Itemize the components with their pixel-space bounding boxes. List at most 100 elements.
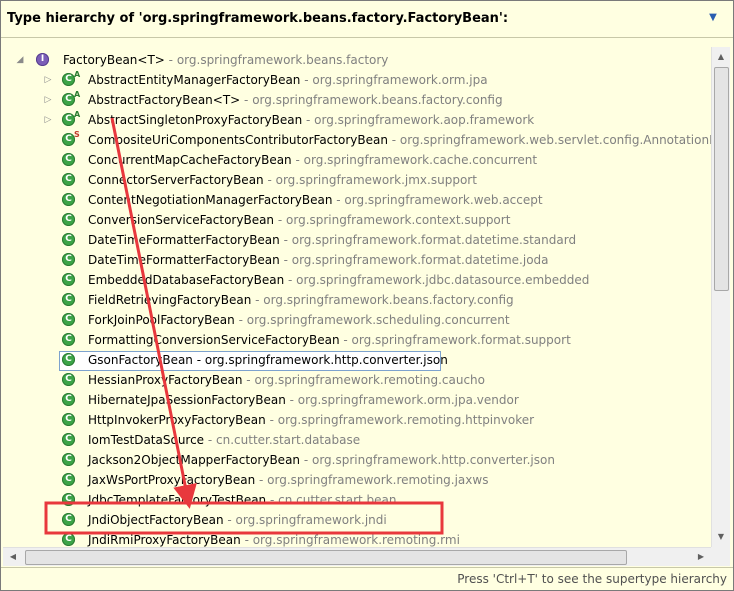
package-name: - org.springframework.remoting.jaxws bbox=[255, 473, 489, 487]
package-name: - org.springframework.orm.jpa.vendor bbox=[285, 393, 519, 407]
tree-item[interactable]: C DateTimeFormatterFactoryBean - org.spri… bbox=[3, 251, 711, 270]
tree-item[interactable]: C JdbcTemplateFactoryTestBean - cn.cutter… bbox=[3, 491, 711, 510]
type-name: HttpInvokerProxyFactoryBean bbox=[88, 413, 266, 427]
tree-item[interactable]: C DateTimeFormatterFactoryBean - org.spri… bbox=[3, 231, 711, 250]
tree-item[interactable]: C FormattingConversionServiceFactoryBean … bbox=[3, 331, 711, 350]
package-name: - cn.cutter.start.bean bbox=[266, 493, 397, 507]
package-name: - org.springframework.format.datetime.jo… bbox=[279, 253, 549, 267]
class-icon: C bbox=[62, 273, 75, 286]
tree-item[interactable]: C S CompositeUriComponentsContributorFacto… bbox=[3, 131, 711, 150]
root-package: - org.springframework.beans.factory bbox=[164, 53, 389, 67]
class-icon: C bbox=[62, 233, 75, 246]
class-icon: CA bbox=[62, 111, 80, 126]
class-icon: C bbox=[62, 513, 75, 526]
tree-item[interactable]: C FieldRetrievingFactoryBean - org.spring… bbox=[3, 291, 711, 310]
tree-item[interactable]: C Jackson2ObjectMapperFactoryBean - org.s… bbox=[3, 451, 711, 470]
horizontal-scroll-thumb[interactable] bbox=[25, 550, 627, 565]
scroll-left-icon[interactable]: ◀ bbox=[5, 548, 21, 566]
type-name: CompositeUriComponentsContributorFactory… bbox=[88, 133, 388, 147]
type-name: ConversionServiceFactoryBean bbox=[88, 213, 275, 227]
tree-item[interactable]: C ForkJoinPoolFactoryBean - org.springfra… bbox=[3, 311, 711, 330]
package-name: - org.springframework.remoting.rmi bbox=[240, 533, 460, 547]
type-name: JndiObjectFactoryBean bbox=[88, 513, 224, 527]
class-icon: C bbox=[62, 333, 75, 346]
package-name: - org.springframework.jndi bbox=[223, 513, 387, 527]
static-overlay-icon: S bbox=[74, 130, 80, 139]
type-name: AbstractSingletonProxyFactoryBean bbox=[88, 113, 303, 127]
type-name: Jackson2ObjectMapperFactoryBean bbox=[88, 453, 301, 467]
tree-root[interactable]: ◢ I FactoryBean<T> - org.springframework… bbox=[3, 51, 711, 70]
class-icon: CS bbox=[62, 131, 80, 146]
type-name: EmbeddedDatabaseFactoryBean bbox=[88, 273, 285, 287]
abstract-overlay-icon: A bbox=[74, 90, 81, 99]
class-icon: CA bbox=[62, 91, 80, 106]
type-name: DateTimeFormatterFactoryBean bbox=[88, 233, 280, 247]
status-hint: Press 'Ctrl+T' to see the supertype hier… bbox=[457, 572, 727, 586]
package-name: - org.springframework.http.converter.jso… bbox=[192, 353, 448, 367]
package-name: - org.springframework.beans.factory.conf… bbox=[251, 293, 514, 307]
horizontal-scrollbar[interactable]: ◀ ▶ bbox=[3, 547, 711, 566]
tree-item[interactable]: ▷ C A AbstractSingletonProxyFactoryBean - o… bbox=[3, 111, 711, 130]
class-icon: C bbox=[62, 493, 75, 506]
type-name: HessianProxyFactoryBean bbox=[88, 373, 243, 387]
popup-title: Type hierarchy of 'org.springframework.b… bbox=[7, 11, 509, 26]
class-icon: C bbox=[62, 153, 75, 166]
package-name: - org.springframework.orm.jpa bbox=[300, 73, 488, 87]
tree-item[interactable]: C ConnectorServerFactoryBean - org.spring… bbox=[3, 171, 711, 190]
tree-item[interactable]: ▷ C A AbstractEntityManagerFactoryBean - or… bbox=[3, 71, 711, 90]
package-name: - org.springframework.aop.framework bbox=[302, 113, 535, 127]
scroll-down-icon[interactable]: ▼ bbox=[712, 529, 730, 545]
type-name: JaxWsPortProxyFactoryBean bbox=[88, 473, 256, 487]
root-type-name: FactoryBean<T> bbox=[63, 53, 165, 67]
hierarchy-tree[interactable]: ◢ I FactoryBean<T> - org.springframework… bbox=[3, 47, 711, 547]
class-icon: C bbox=[62, 193, 75, 206]
scroll-right-icon[interactable]: ▶ bbox=[693, 548, 709, 566]
title-bar: Type hierarchy of 'org.springframework.b… bbox=[1, 1, 733, 38]
package-name: - cn.cutter.start.database bbox=[204, 433, 361, 447]
class-icon: C bbox=[62, 313, 75, 326]
collapse-toggle-icon[interactable]: ◢ bbox=[15, 55, 25, 65]
class-icon: C bbox=[62, 173, 75, 186]
tree-item[interactable]: C IomTestDataSource - cn.cutter.start.dat… bbox=[3, 431, 711, 450]
expand-toggle-icon[interactable]: ▷ bbox=[43, 115, 53, 125]
abstract-overlay-icon: A bbox=[74, 110, 81, 119]
package-name: - org.springframework.jdbc.datasource.em… bbox=[284, 273, 590, 287]
package-name: - org.springframework.scheduling.concurr… bbox=[234, 313, 510, 327]
tree-item[interactable]: C HttpInvokerProxyFactoryBean - org.sprin… bbox=[3, 411, 711, 430]
class-icon: CA bbox=[62, 71, 80, 86]
expand-toggle-icon[interactable]: ▷ bbox=[43, 75, 53, 85]
type-name: AbstractFactoryBean<T> bbox=[88, 93, 241, 107]
type-name: IomTestDataSource bbox=[88, 433, 205, 447]
class-icon: C bbox=[62, 373, 75, 386]
tree-item[interactable]: C GsonFactoryBean - org.springframework.h… bbox=[3, 351, 711, 371]
scroll-corner bbox=[711, 547, 730, 566]
type-name: HibernateJpaSessionFactoryBean bbox=[88, 393, 286, 407]
package-name: - org.springframework.remoting.caucho bbox=[242, 373, 485, 387]
scroll-up-icon[interactable]: ▲ bbox=[712, 49, 730, 65]
package-name: - org.springframework.http.converter.jso… bbox=[300, 453, 555, 467]
tree-item[interactable]: C EmbeddedDatabaseFactoryBean - org.sprin… bbox=[3, 271, 711, 290]
package-name: - org.springframework.format.datetime.st… bbox=[279, 233, 577, 247]
package-name: - org.springframework.web.accept bbox=[332, 193, 543, 207]
type-name: FormattingConversionServiceFactoryBean bbox=[88, 333, 340, 347]
class-icon: C bbox=[62, 413, 75, 426]
interface-icon: I bbox=[36, 53, 49, 66]
tree-item[interactable]: C ContentNegotiationManagerFactoryBean - … bbox=[3, 191, 711, 210]
type-hierarchy-popup: Type hierarchy of 'org.springframework.b… bbox=[0, 0, 734, 591]
vertical-scroll-thumb[interactable] bbox=[714, 67, 729, 291]
tree-item[interactable]: ▷ C A AbstractFactoryBean<T> - org.springfr… bbox=[3, 91, 711, 110]
tree-item[interactable]: C ConversionServiceFactoryBean - org.spri… bbox=[3, 211, 711, 230]
package-name: - org.springframework.context.support bbox=[274, 213, 511, 227]
tree-item[interactable]: C JndiObjectFactoryBean - org.springframe… bbox=[3, 511, 711, 530]
tree-item[interactable]: C ConcurrentMapCacheFactoryBean - org.spr… bbox=[3, 151, 711, 170]
tree-item[interactable]: C JndiRmiProxyFactoryBean - org.springfra… bbox=[3, 531, 711, 547]
type-name: JndiRmiProxyFactoryBean bbox=[88, 533, 241, 547]
tree-item[interactable]: C JaxWsPortProxyFactoryBean - org.springf… bbox=[3, 471, 711, 490]
package-name: - org.springframework.format.support bbox=[339, 333, 571, 347]
tree-item[interactable]: C HessianProxyFactoryBean - org.springfra… bbox=[3, 371, 711, 390]
tree-item[interactable]: C HibernateJpaSessionFactoryBean - org.sp… bbox=[3, 391, 711, 410]
package-name: - org.springframework.beans.factory.conf… bbox=[240, 93, 503, 107]
view-menu-icon[interactable]: ▼ bbox=[707, 13, 719, 23]
expand-toggle-icon[interactable]: ▷ bbox=[43, 95, 53, 105]
vertical-scrollbar[interactable]: ▲ ▼ bbox=[711, 47, 730, 547]
